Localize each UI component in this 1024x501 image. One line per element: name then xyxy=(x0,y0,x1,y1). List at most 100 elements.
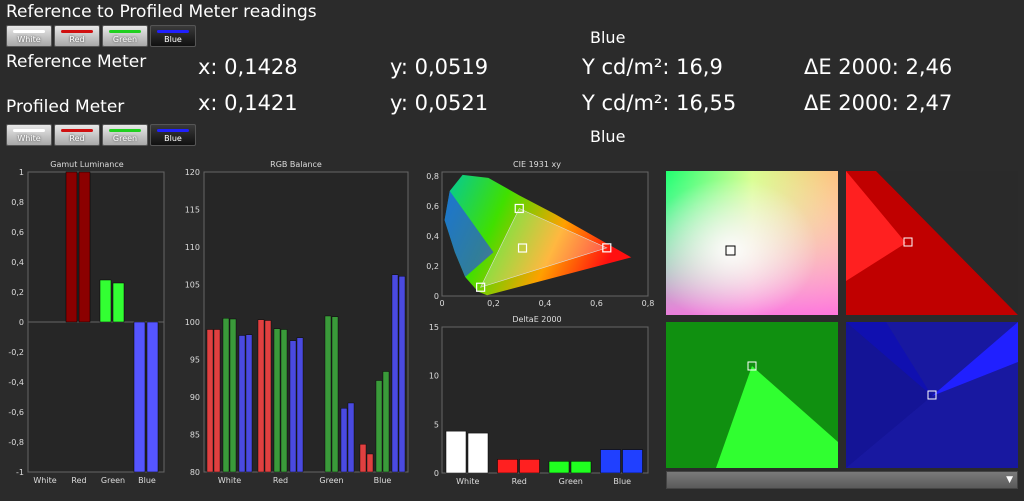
profiled-red-button[interactable]: Red xyxy=(54,124,100,146)
bar xyxy=(289,340,297,473)
y-tick-label: 100 xyxy=(185,318,200,327)
white-indicator-bar xyxy=(13,129,45,132)
bar xyxy=(229,318,237,473)
x-tick-label: Green xyxy=(101,476,125,485)
reference-red-button[interactable]: Red xyxy=(54,25,100,47)
x-tick-label: White xyxy=(33,476,56,485)
reference-y-value: y: 0,0519 xyxy=(390,55,489,79)
bar xyxy=(146,321,159,473)
y-tick-label: 0 xyxy=(19,318,24,327)
red-target-graphic xyxy=(846,171,1018,315)
bar xyxy=(324,315,332,473)
deltae-chart: 15 10 5 0 White Red Green Blue xyxy=(429,323,649,486)
reference-color-name: Blue xyxy=(590,28,626,47)
bar xyxy=(112,282,125,323)
gamut-luminance-panel: Gamut Luminance 1 0,8 0,6 0,4 0,2 0 -0,2 -0,4 -0… xyxy=(4,160,170,492)
profiled-green-button[interactable]: Green xyxy=(102,124,148,146)
bar xyxy=(340,408,348,473)
bar xyxy=(398,276,406,473)
x-tick-label: White xyxy=(218,476,241,485)
bar xyxy=(382,371,390,473)
bar xyxy=(600,449,621,474)
x-tick-label: Blue xyxy=(613,477,631,486)
green-indicator-bar xyxy=(109,30,141,33)
profiled-deltae-value: ΔE 2000: 2,47 xyxy=(804,91,953,115)
reference-white-button[interactable]: White xyxy=(6,25,52,47)
rgb-balance-panel: RGB Balance 120 115 110 105 100 95 90 85 80 White… xyxy=(178,160,414,492)
bar xyxy=(359,444,367,473)
bar xyxy=(366,453,374,473)
y-tick-label: 120 xyxy=(185,169,200,177)
green-indicator-bar xyxy=(109,129,141,132)
reference-x-value: x: 0,1428 xyxy=(198,55,298,79)
bar xyxy=(570,461,592,474)
cie-title: CIE 1931 xy xyxy=(513,160,561,169)
blue-target-graphic xyxy=(846,322,1018,468)
y-tick-label: 0,4 xyxy=(426,232,439,241)
profiled-y-value: y: 0,0521 xyxy=(390,91,489,115)
blue-target-panel xyxy=(846,322,1018,468)
rgb-balance-chart: 120 115 110 105 100 95 90 85 80 White Red Green Blue xyxy=(185,168,409,485)
y-tick-label: 85 xyxy=(190,431,200,440)
bar xyxy=(375,380,383,473)
y-tick-label: 10 xyxy=(429,372,439,381)
x-tick-label: Green xyxy=(319,476,343,485)
y-tick-label: -0,6 xyxy=(8,408,24,417)
view-dropdown[interactable]: ▼ xyxy=(666,471,1018,489)
deltae-panel: DeltaE 2000 15 10 5 0 White Red Green Blue xyxy=(420,315,654,492)
gamut-luminance-chart: 1 0,8 0,6 0,4 0,2 0 -0,2 -0,4 -0,6 -0,8 -1 White Red… xyxy=(8,168,165,485)
y-tick-label: 15 xyxy=(429,324,439,332)
bar xyxy=(347,402,355,473)
x-tick-label: 0,8 xyxy=(642,299,654,308)
y-tick-label: 115 xyxy=(185,206,200,215)
y-tick-label: 90 xyxy=(190,393,200,402)
reference-green-button[interactable]: Green xyxy=(102,25,148,47)
profiled-meter-label: Profiled Meter xyxy=(6,97,125,117)
y-tick-label: 0,8 xyxy=(426,172,439,181)
bar xyxy=(445,430,467,474)
x-tick-label: Green xyxy=(559,477,583,486)
reference-color-buttons: White Red Green Blue xyxy=(6,25,196,47)
x-tick-label: 0,6 xyxy=(590,299,603,308)
y-tick-label: -0,8 xyxy=(8,438,24,447)
blue-indicator-bar xyxy=(157,30,189,33)
x-tick-label: Red xyxy=(71,476,86,485)
y-tick-label: 0,4 xyxy=(11,258,24,267)
green-target-panel xyxy=(666,322,838,468)
profiled-color-name: Blue xyxy=(590,127,626,146)
reference-luminance-value: Y cd/m²: 16,9 xyxy=(582,55,723,79)
bar xyxy=(213,329,221,473)
x-tick-label: Blue xyxy=(138,476,156,485)
y-tick-label: 95 xyxy=(190,356,200,365)
x-tick-label: 0,4 xyxy=(539,299,552,308)
y-tick-label: -1 xyxy=(16,468,24,477)
blue-indicator-bar xyxy=(157,129,189,132)
reference-blue-button[interactable]: Blue xyxy=(150,25,196,47)
deltae-title: DeltaE 2000 xyxy=(512,315,562,324)
bar xyxy=(622,449,643,474)
x-tick-label: 0,2 xyxy=(487,299,500,308)
rgb-balance-title: RGB Balance xyxy=(270,160,322,169)
y-tick-label: -0,2 xyxy=(8,348,24,357)
bar xyxy=(519,459,540,474)
reference-deltae-value: ΔE 2000: 2,46 xyxy=(804,55,953,79)
bar xyxy=(467,432,489,474)
y-tick-label: 0,6 xyxy=(426,202,439,211)
profiled-white-button[interactable]: White xyxy=(6,124,52,146)
bar xyxy=(206,329,214,473)
gamut-luminance-title: Gamut Luminance xyxy=(50,160,124,169)
bar xyxy=(99,279,112,323)
y-tick-label: 1 xyxy=(19,169,24,177)
white-target-graphic xyxy=(666,171,838,315)
cie-panel: CIE 1931 xy 0 0,2 0,4 0,6 0,8 0,8 0,6 0,4 0,2 0 xyxy=(420,160,654,312)
bar xyxy=(245,334,253,473)
red-indicator-bar xyxy=(61,30,93,33)
chevron-down-icon: ▼ xyxy=(1006,475,1013,485)
profiled-x-value: x: 0,1421 xyxy=(198,91,298,115)
y-tick-label: 0,8 xyxy=(11,198,24,207)
y-tick-label: 105 xyxy=(185,281,200,290)
profiled-color-buttons: White Red Green Blue xyxy=(6,124,196,146)
white-target-panel xyxy=(666,171,838,315)
y-tick-label: -0,4 xyxy=(8,378,24,387)
profiled-blue-button[interactable]: Blue xyxy=(150,124,196,146)
